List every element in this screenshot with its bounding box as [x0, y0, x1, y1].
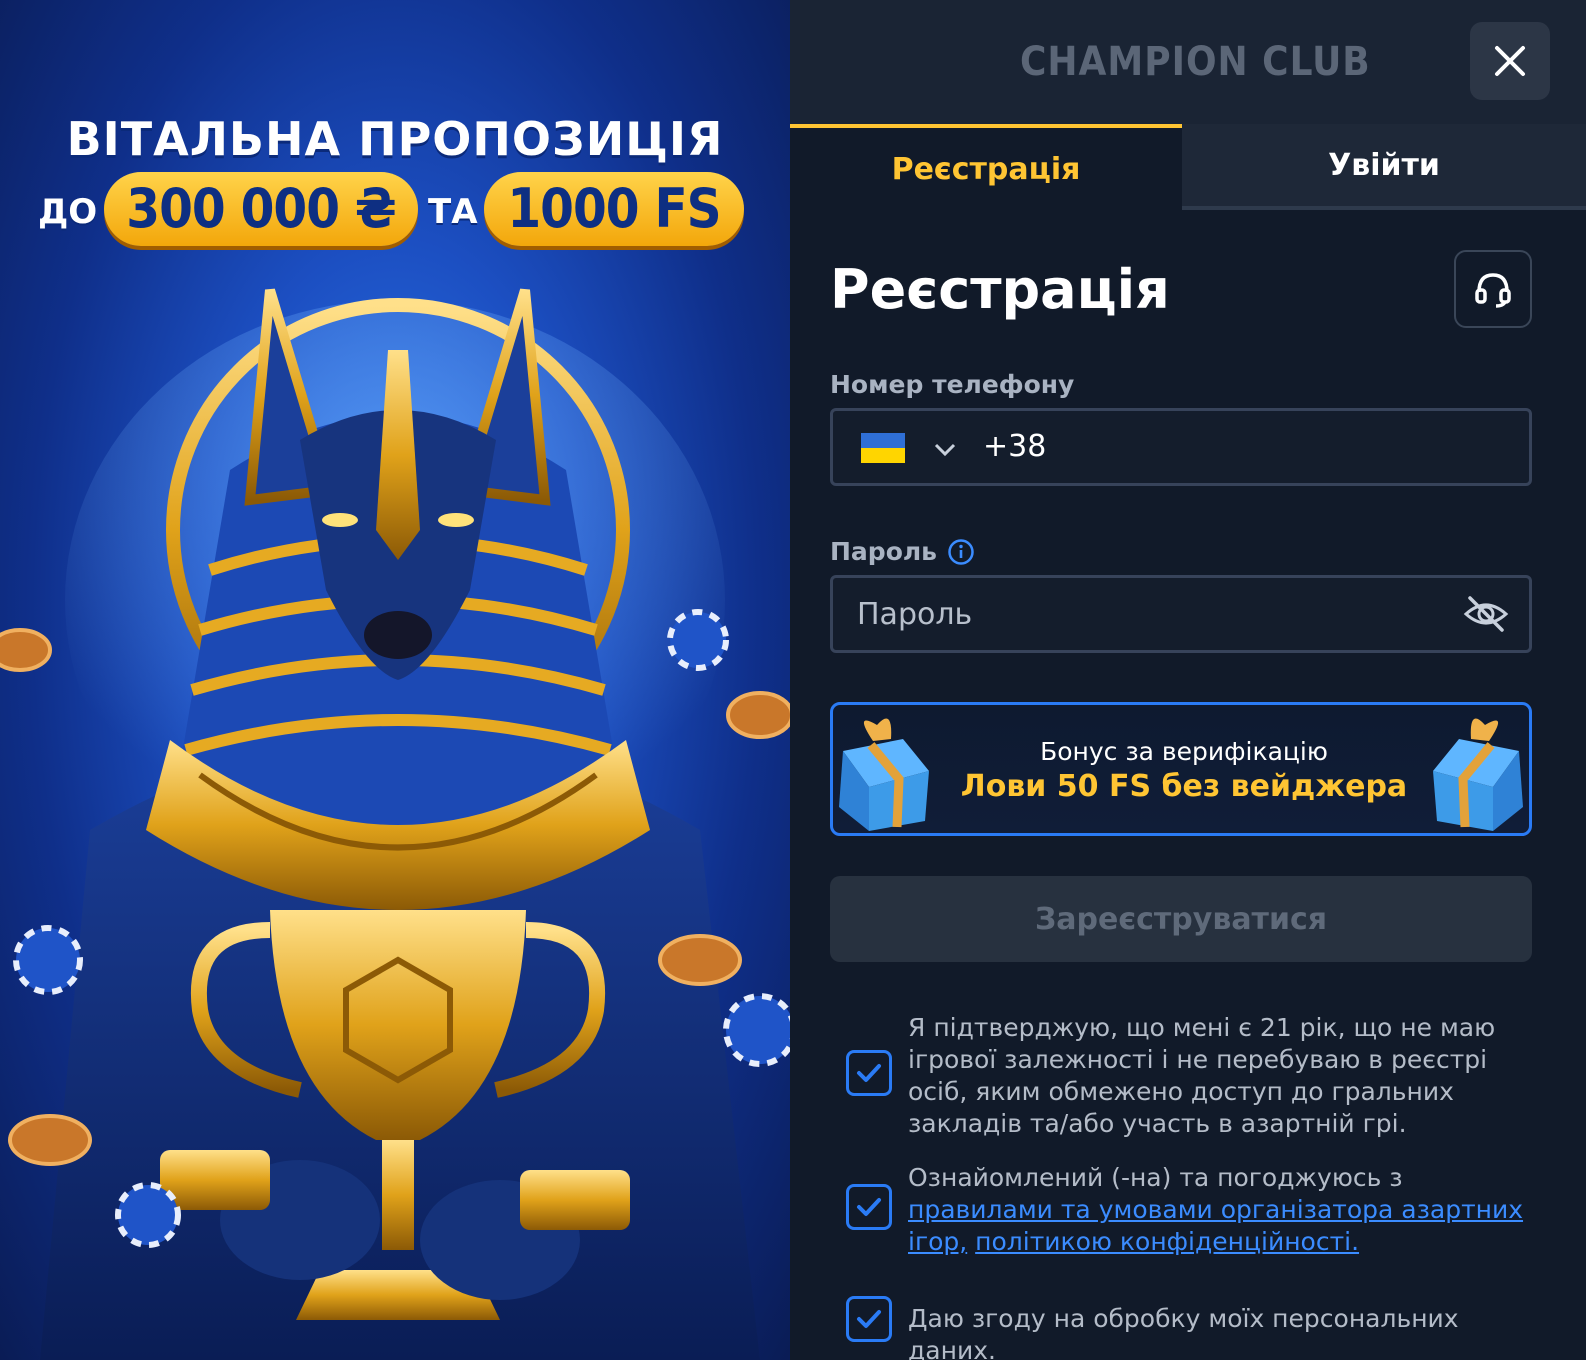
- bonus-title: Бонус за верифікацію: [1040, 737, 1328, 766]
- tab-login[interactable]: Увійти: [1182, 124, 1586, 210]
- consent-terms-checkbox[interactable]: [846, 1184, 892, 1230]
- close-button[interactable]: [1470, 22, 1550, 100]
- promo-amount-badge: 300 000 ₴: [104, 172, 418, 246]
- modal-header: CHAMPION CLUB: [790, 0, 1586, 126]
- consent-data-checkbox[interactable]: [846, 1296, 892, 1342]
- password-input[interactable]: [857, 592, 1417, 636]
- consent-data-text: Даю згоду на обробку моїх персональних д…: [908, 1304, 1459, 1360]
- phone-country-code[interactable]: +38: [983, 429, 1046, 464]
- chevron-down-icon[interactable]: [931, 435, 959, 463]
- bonus-offer: Лови 50 FS без вейджера: [960, 769, 1408, 804]
- consent-age-checkbox[interactable]: [846, 1050, 892, 1096]
- password-label-row: Пароль: [830, 537, 975, 566]
- password-label: Пароль: [830, 537, 937, 566]
- promo-title: ВІТАЛЬНА ПРОПОЗИЦІЯ: [66, 112, 724, 166]
- registration-panel: CHAMPION CLUB Реєстрація Увійти Реєстрац…: [790, 0, 1586, 1360]
- auth-tabs: Реєстрація Увійти: [790, 124, 1586, 210]
- promo-joiner: ТА: [428, 192, 478, 232]
- page-title: Реєстрація: [830, 258, 1170, 321]
- consent-terms-text: Ознайомлений (-на) та погоджуюсь з прави…: [908, 1162, 1532, 1258]
- privacy-policy-link[interactable]: політикою конфіденційності.: [975, 1227, 1359, 1256]
- consent-age-text: Я підтверджую, що мені є 21 рік, що не м…: [908, 1013, 1496, 1138]
- register-submit-button[interactable]: Зареєструватися: [830, 876, 1532, 962]
- eye-off-icon[interactable]: [1463, 594, 1509, 634]
- consent-data: Даю згоду на обробку моїх персональних д…: [830, 1296, 1532, 1360]
- promo-prefix: ДО: [38, 192, 98, 232]
- promo-spins-badge: 1000 FS: [484, 172, 744, 246]
- password-field: [830, 575, 1532, 653]
- promo-offer: ДО 300 000 ₴ ТА 1000 FS: [38, 172, 758, 248]
- ukraine-flag-icon[interactable]: [861, 433, 905, 463]
- consent-terms: Ознайомлений (-на) та погоджуюсь з прави…: [830, 1162, 1532, 1262]
- champion-club-logo: CHAMPION CLUB: [1020, 39, 1371, 85]
- checkmark-icon: [857, 1198, 881, 1216]
- checkmark-icon: [857, 1064, 881, 1082]
- headset-icon: [1475, 273, 1511, 308]
- checkmark-icon: [857, 1310, 881, 1328]
- consent-age: Я підтверджую, що мені є 21 рік, що не м…: [830, 1012, 1532, 1142]
- promo-banner: ВІТАЛЬНА ПРОПОЗИЦІЯ ДО 300 000 ₴ ТА 1000…: [0, 0, 790, 1360]
- verification-bonus-banner[interactable]: Бонус за верифікацію Лови 50 FS без вейд…: [830, 702, 1532, 836]
- anubis-trophy-illustration: [0, 288, 790, 1360]
- close-icon: [1495, 46, 1525, 76]
- info-icon[interactable]: [947, 538, 975, 566]
- support-button[interactable]: [1454, 250, 1532, 328]
- tab-register[interactable]: Реєстрація: [790, 124, 1182, 210]
- consent-terms-prefix: Ознайомлений (-на) та погоджуюсь з: [908, 1163, 1403, 1192]
- phone-field[interactable]: +38: [830, 408, 1532, 486]
- phone-label: Номер телефону: [830, 370, 1075, 399]
